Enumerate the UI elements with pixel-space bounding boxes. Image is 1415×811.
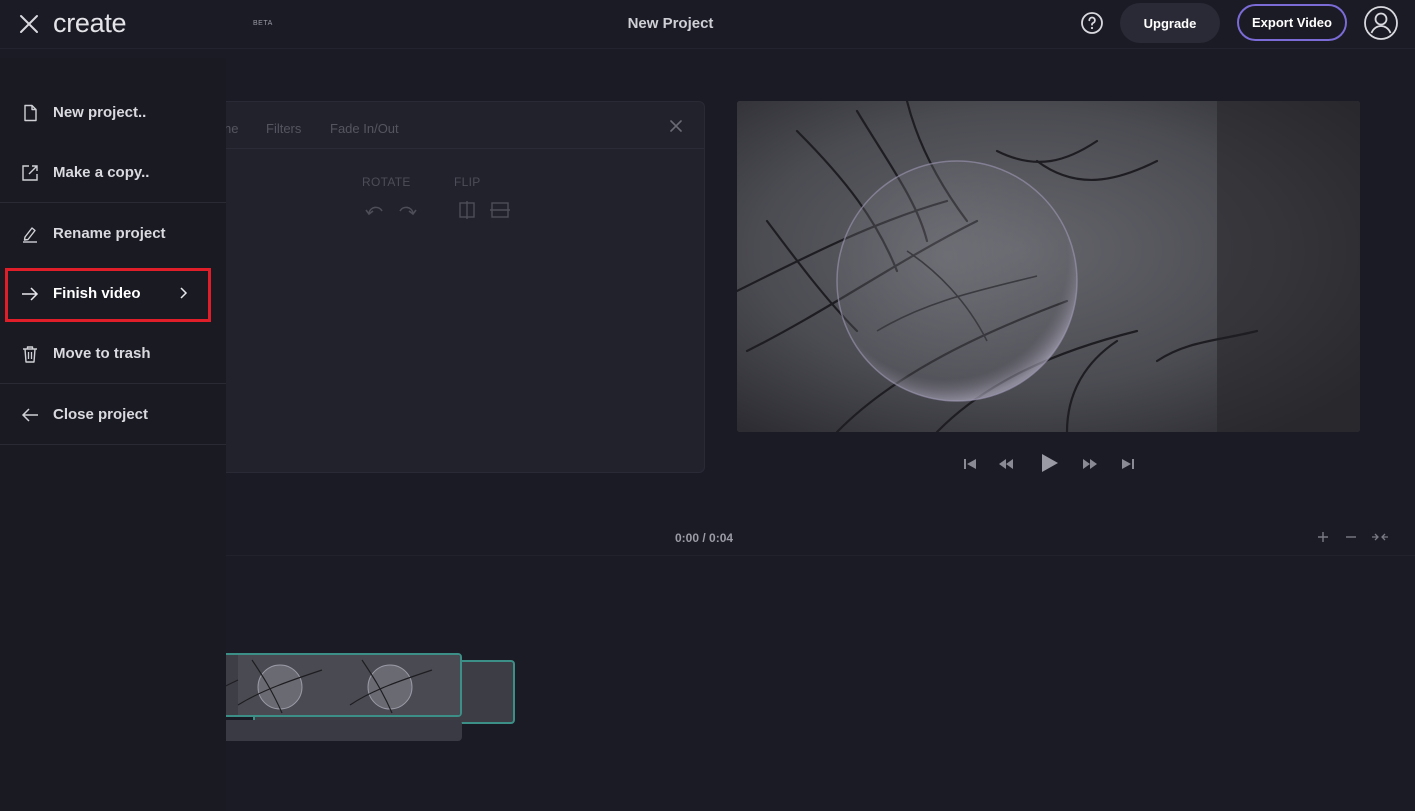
edit-panel: ne Filters Fade In/Out ROTATE FLIP: [200, 101, 705, 473]
export-video-button[interactable]: Export Video: [1237, 4, 1347, 41]
external-copy-icon: [22, 165, 38, 181]
arrow-right-icon: [22, 287, 39, 301]
menu-item-rename-project[interactable]: Rename project: [0, 204, 226, 264]
clip-thumbnails: [202, 655, 460, 715]
fast-forward-icon[interactable]: [1081, 455, 1099, 473]
flip-horizontal-icon[interactable]: [457, 201, 477, 219]
panel-close-icon[interactable]: [668, 118, 684, 134]
skip-to-start-icon[interactable]: [961, 455, 979, 473]
zoom-fit-icon[interactable]: [1371, 530, 1389, 544]
video-clip[interactable]: [200, 653, 462, 717]
tab-fade[interactable]: Fade In/Out: [330, 121, 399, 136]
menu-item-make-copy[interactable]: Make a copy..: [0, 143, 226, 203]
rotate-right-icon[interactable]: [397, 201, 417, 219]
rewind-icon[interactable]: [997, 455, 1015, 473]
trash-icon: [23, 346, 37, 363]
upgrade-button[interactable]: Upgrade: [1120, 3, 1220, 43]
edit-tabs: ne Filters Fade In/Out: [201, 102, 704, 149]
menu-item-finish-video[interactable]: Finish video: [0, 264, 226, 324]
preview-frame-image: [737, 101, 1360, 432]
audio-track[interactable]: [200, 720, 462, 741]
menu-item-new-project[interactable]: New project..: [0, 83, 226, 143]
zoom-out-icon[interactable]: [1344, 530, 1358, 544]
timecode: 0:00 / 0:04: [675, 531, 734, 545]
top-bar: clipchampcreate BETA New Project Upgrade…: [0, 0, 1415, 724]
flip-label: FLIP: [454, 175, 481, 189]
flip-vertical-icon[interactable]: [490, 201, 510, 219]
menu-item-move-to-trash[interactable]: Move to trash: [0, 324, 226, 384]
pencil-icon: [23, 227, 37, 243]
tab-filters[interactable]: Filters: [266, 121, 301, 136]
chevron-right-icon: [180, 287, 188, 299]
play-icon[interactable]: [1037, 451, 1061, 475]
arrow-left-icon: [21, 408, 38, 422]
video-preview[interactable]: [737, 101, 1360, 432]
user-avatar-icon[interactable]: [1363, 5, 1399, 41]
skip-to-end-icon[interactable]: [1119, 455, 1137, 473]
help-icon[interactable]: [1080, 11, 1104, 35]
rotate-left-icon[interactable]: [365, 201, 385, 219]
document-icon: [24, 104, 37, 122]
project-menu: New project.. Make a copy.. Rename proje…: [0, 58, 226, 811]
rotate-label: ROTATE: [362, 175, 411, 189]
zoom-in-icon[interactable]: [1316, 530, 1330, 544]
tab-frame[interactable]: ne: [224, 121, 238, 136]
menu-item-close-project[interactable]: Close project: [0, 385, 226, 445]
